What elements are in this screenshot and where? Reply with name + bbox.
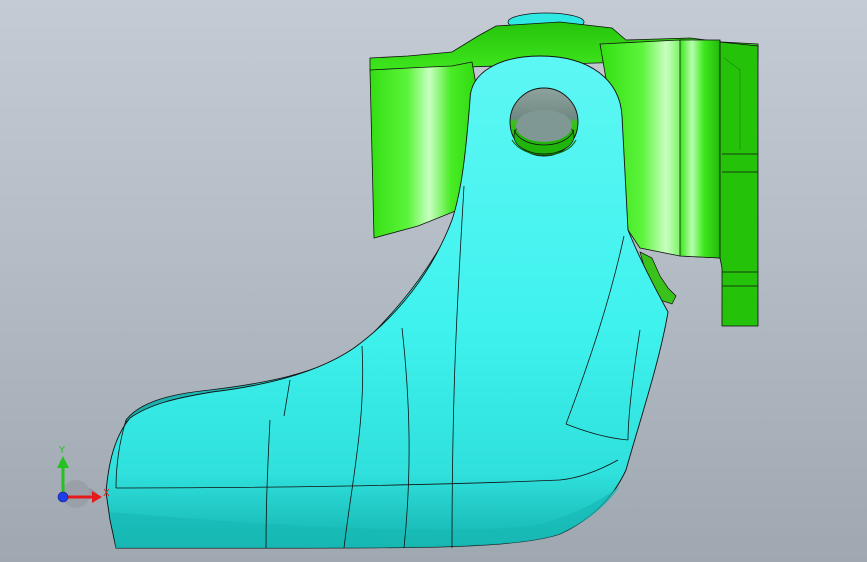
x-axis-arrow: [92, 491, 102, 503]
graphics-viewport[interactable]: Y X: [0, 0, 867, 562]
x-axis-label: X: [103, 488, 110, 499]
z-axis-dot: [57, 491, 69, 503]
green-right-flange: [679, 39, 721, 259]
pivot-hole[interactable]: [509, 87, 579, 157]
green-end-flange: [719, 41, 759, 327]
y-axis-arrow: [57, 456, 69, 468]
y-axis-label: Y: [58, 445, 66, 456]
model-canvas[interactable]: Y X: [0, 0, 867, 562]
axis-triad[interactable]: Y X: [57, 445, 110, 508]
